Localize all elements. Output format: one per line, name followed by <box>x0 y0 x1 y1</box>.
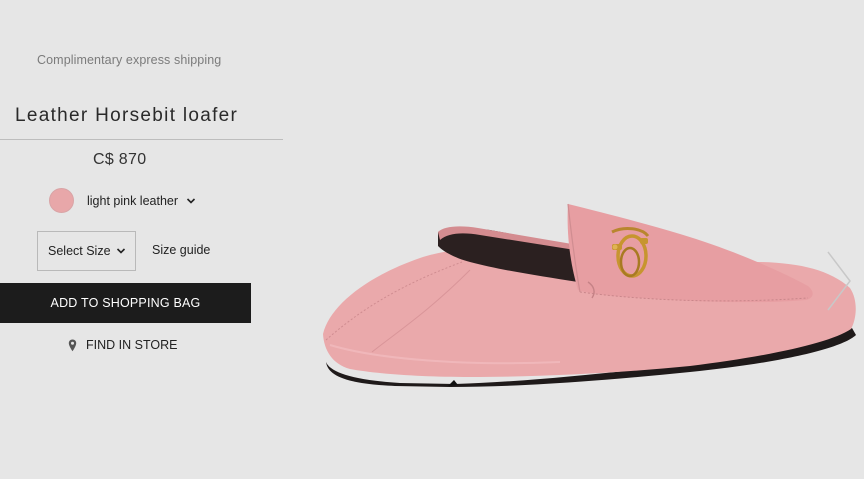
carousel-next-arrow[interactable] <box>820 248 860 314</box>
size-select[interactable]: Select Size <box>37 231 136 271</box>
loafer-illustration <box>323 203 856 387</box>
chevron-down-icon[interactable] <box>186 197 196 205</box>
size-select-label: Select Size <box>48 244 111 258</box>
title-divider <box>0 139 283 140</box>
color-swatch[interactable] <box>49 188 74 213</box>
product-price: C$ 870 <box>93 151 147 168</box>
product-image <box>323 203 856 387</box>
color-selector[interactable]: light pink leather <box>49 188 196 213</box>
find-in-store-label: FIND IN STORE <box>86 338 178 352</box>
color-label: light pink leather <box>87 193 179 208</box>
product-title: Leather Horsebit loafer <box>15 105 239 126</box>
location-pin-icon <box>68 339 77 351</box>
chevron-right-icon <box>827 251 851 311</box>
find-in-store-link[interactable]: FIND IN STORE <box>68 338 177 352</box>
size-guide-link[interactable]: Size guide <box>152 243 210 257</box>
add-to-shopping-bag-button[interactable]: ADD TO SHOPPING BAG <box>0 283 251 323</box>
chevron-down-icon <box>116 248 126 254</box>
shipping-note: Complimentary express shipping <box>37 53 222 67</box>
